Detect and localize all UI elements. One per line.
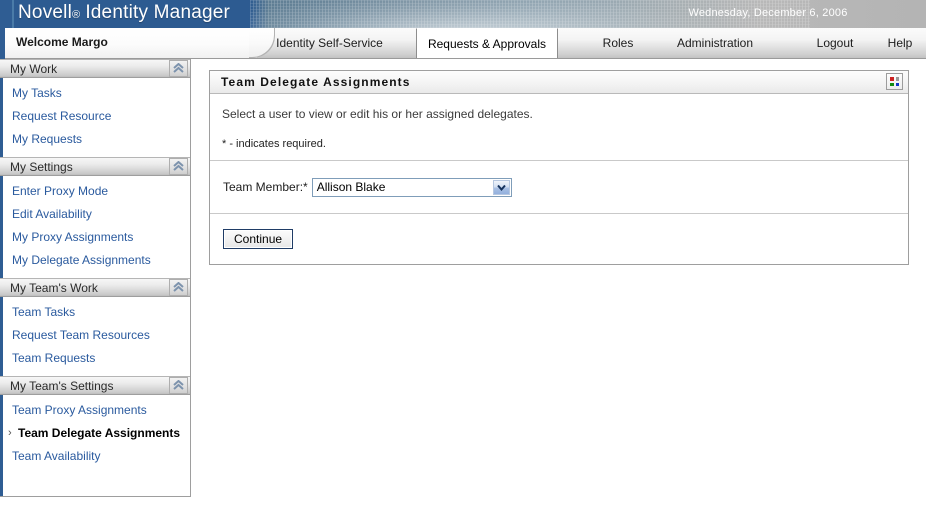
sidebar-section-header-my-work[interactable]: My Work: [0, 59, 190, 78]
team-member-label: Team Member:*: [223, 180, 308, 194]
sidebar-section-header-my-teams-work[interactable]: My Team's Work: [0, 278, 190, 297]
sidebar-section-body-my-work: My Tasks Request Resource My Requests: [0, 78, 190, 157]
grid-cell-blue: [896, 83, 900, 87]
sidebar-section-title: My Team's Settings: [10, 379, 113, 393]
chevron-down-icon[interactable]: [493, 180, 510, 195]
sidebar-section-header-my-settings[interactable]: My Settings: [0, 157, 190, 176]
sidebar-section-title: My Team's Work: [10, 281, 98, 295]
tab-requests-approvals[interactable]: Requests & Approvals: [416, 28, 558, 58]
sidebar-item-team-availability[interactable]: Team Availability: [0, 445, 190, 468]
team-member-select[interactable]: Allison Blake: [312, 178, 512, 197]
tab-help[interactable]: Help: [878, 28, 922, 58]
sidebar-item-my-requests[interactable]: My Requests: [0, 128, 190, 151]
tab-label: Administration: [677, 36, 753, 50]
required-field-note: * - indicates required.: [222, 138, 908, 150]
sidebar-item-request-team-resources[interactable]: Request Team Resources: [0, 324, 190, 347]
sidebar-item-edit-availability[interactable]: Edit Availability: [0, 203, 190, 226]
team-member-selected-value: Allison Blake: [317, 180, 386, 194]
panel-intro-section: Select a user to view or edit his or her…: [210, 94, 908, 160]
tab-identity-self-service[interactable]: Identity Self-Service: [258, 28, 401, 58]
team-delegate-assignments-panel: Team Delegate Assignments Select a user …: [209, 70, 909, 265]
tab-label: Help: [888, 36, 913, 50]
chevron-double-up-icon[interactable]: [169, 158, 188, 175]
continue-button[interactable]: Continue: [223, 229, 293, 249]
chevron-double-up-icon[interactable]: [169, 279, 188, 296]
tab-label: Requests & Approvals: [428, 37, 546, 51]
product-name: Identity Manager: [85, 2, 230, 23]
tab-administration[interactable]: Administration: [660, 28, 770, 58]
sidebar-item-my-tasks[interactable]: My Tasks: [0, 82, 190, 105]
tab-label: Identity Self-Service: [276, 36, 383, 50]
grid-cell-red: [890, 77, 894, 81]
sidebar-section-body-my-teams-settings: Team Proxy Assignments Team Delegate Ass…: [0, 395, 190, 474]
tab-logout[interactable]: Logout: [802, 28, 868, 58]
tab-roles[interactable]: Roles: [578, 28, 658, 58]
grid-cell-green: [890, 83, 894, 87]
app-banner: Novell® Identity Manager Wednesday, Decem…: [0, 0, 926, 28]
brand-name: Novell: [18, 2, 72, 23]
panel-title-bar: Team Delegate Assignments: [210, 71, 908, 94]
sidebar-item-my-delegate-assignments[interactable]: My Delegate Assignments: [0, 249, 190, 272]
panel-actions-row: Continue: [210, 213, 908, 263]
sidebar-item-team-delegate-assignments[interactable]: Team Delegate Assignments: [0, 422, 190, 445]
tab-label: Roles: [603, 36, 634, 50]
registered-mark-icon: ®: [72, 9, 80, 21]
sidebar-item-request-resource[interactable]: Request Resource: [0, 105, 190, 128]
grid-cell-gray: [896, 77, 900, 81]
instruction-text: Select a user to view or edit his or her…: [222, 107, 908, 121]
team-member-form-row: Team Member:* Allison Blake: [210, 160, 908, 213]
current-date: Wednesday, December 6, 2006: [618, 7, 918, 19]
sidebar-section-body-my-settings: Enter Proxy Mode Edit Availability My Pr…: [0, 176, 190, 278]
sidebar: My Work My Tasks Request Resource My Req…: [0, 59, 191, 497]
sidebar-section-body-my-teams-work: Team Tasks Request Team Resources Team R…: [0, 297, 190, 376]
sidebar-item-enter-proxy-mode[interactable]: Enter Proxy Mode: [0, 180, 190, 203]
sidebar-section-title: My Work: [10, 62, 57, 76]
welcome-message: Welcome Margo: [16, 35, 108, 49]
sidebar-section-title: My Settings: [10, 160, 73, 174]
chevron-double-up-icon[interactable]: [169, 60, 188, 77]
brand-logo: Novell® Identity Manager: [18, 2, 230, 24]
tab-label: Logout: [817, 36, 854, 50]
welcome-box: Welcome Margo: [5, 28, 257, 58]
sidebar-section-header-my-teams-settings[interactable]: My Team's Settings: [0, 376, 190, 395]
color-grid-icon[interactable]: [886, 73, 903, 90]
sidebar-item-team-tasks[interactable]: Team Tasks: [0, 301, 190, 324]
sidebar-item-my-proxy-assignments[interactable]: My Proxy Assignments: [0, 226, 190, 249]
sidebar-item-team-requests[interactable]: Team Requests: [0, 347, 190, 370]
sidebar-item-team-proxy-assignments[interactable]: Team Proxy Assignments: [0, 399, 190, 422]
page-title: Team Delegate Assignments: [221, 75, 411, 89]
chevron-double-up-icon[interactable]: [169, 377, 188, 394]
tab-strip: Welcome Margo Identity Self-Service Requ…: [0, 28, 926, 59]
